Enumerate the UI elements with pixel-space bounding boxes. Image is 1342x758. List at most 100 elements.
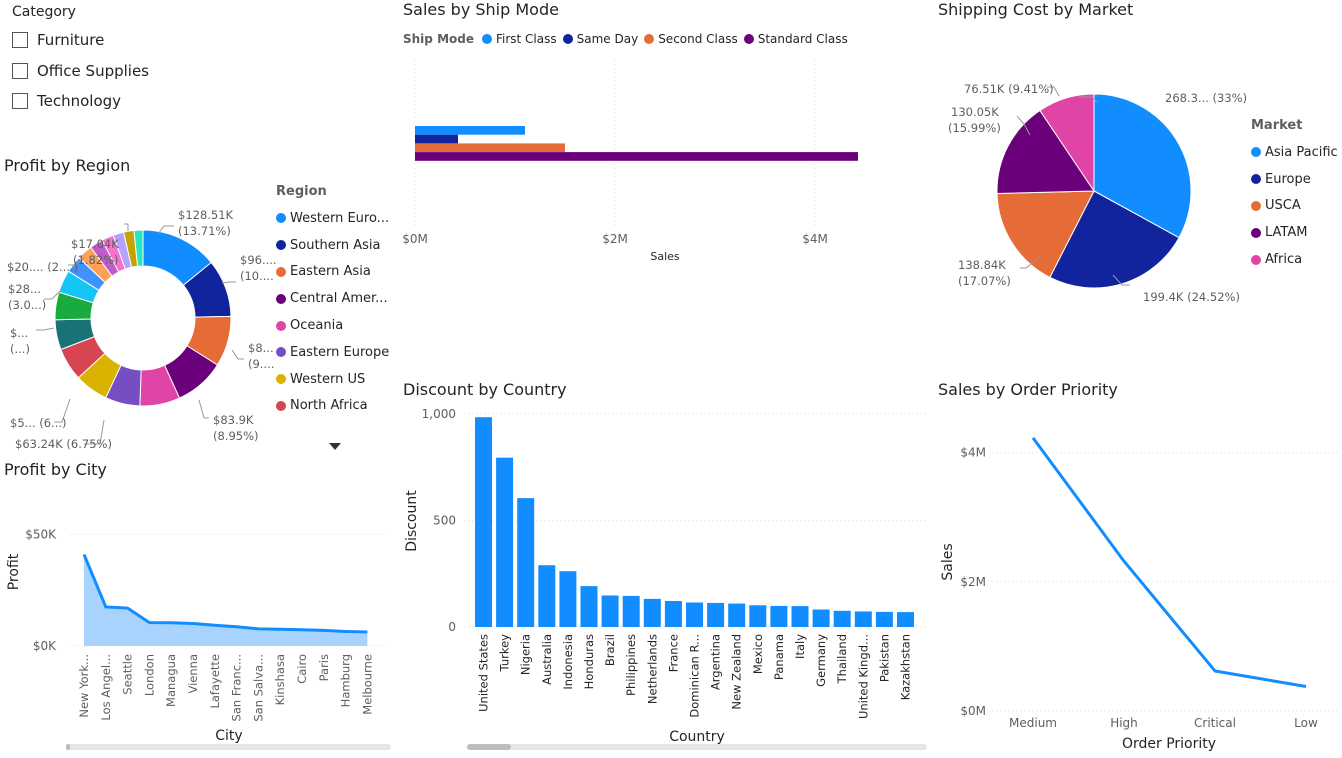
slicer-item-label: Furniture [37, 31, 105, 49]
legend-label: Asia Pacific [1265, 144, 1338, 160]
bar[interactable] [415, 152, 858, 161]
checkbox[interactable] [12, 63, 28, 79]
x-tick-label: France [666, 634, 680, 672]
leader-line [221, 281, 236, 284]
x-tick-label: Lafayette [208, 654, 222, 709]
x-tick-label: $2M [602, 232, 628, 246]
legend-label: North Africa [290, 398, 368, 414]
legend-label: Oceania [290, 318, 344, 334]
area-fill [84, 554, 368, 646]
bar[interactable] [749, 605, 767, 627]
ship-mode-bar-chart: $0M $2M $4M Sales [402, 60, 858, 263]
market-label: 130.05K (15.99%) [948, 105, 1001, 135]
x-tick-label: Thailand [835, 634, 849, 684]
checkbox[interactable] [12, 32, 28, 48]
region-label: $8... (9.... [248, 341, 274, 371]
horizontal-scrollbar[interactable] [467, 744, 927, 750]
x-tick-label: Turkey [498, 634, 512, 673]
order-priority-line-chart: $4M $2M $0M Medium High Critical Low Order Prio… [940, 436, 1340, 752]
bar[interactable] [415, 126, 525, 135]
x-tick-label: Mexico [751, 634, 765, 674]
legend-dot [276, 266, 286, 277]
bar[interactable] [707, 602, 725, 627]
legend-more-arrow[interactable] [329, 443, 341, 451]
region-label: $128.51K (13.71%) [178, 208, 234, 238]
bar[interactable] [622, 595, 640, 627]
x-tick-label: Netherlands [645, 634, 659, 704]
legend-item[interactable]: Asia Pacific [1251, 139, 1338, 166]
legend-item[interactable]: Eastern Europe [276, 339, 389, 366]
sales-by-order-priority-chart: Sales by Order Priority $4M $2M $0M Medium H… [936, 380, 1342, 756]
legend-item[interactable]: North Africa [276, 393, 389, 420]
legend-title: Market [1251, 118, 1303, 133]
legend-item[interactable]: Eastern Asia [276, 259, 389, 286]
y-tick-label: 1,000 [422, 407, 456, 421]
legend-item[interactable]: LATAM [1251, 219, 1338, 246]
legend-item[interactable]: Western US [276, 366, 389, 393]
bar[interactable] [475, 417, 492, 627]
y-axis-title: Profit [6, 553, 22, 590]
leader-line [231, 349, 244, 360]
leader-line [36, 327, 55, 331]
scrollbar-thumb[interactable] [467, 744, 511, 750]
bar[interactable] [496, 457, 514, 627]
x-axis-title: Order Priority [1122, 736, 1216, 752]
x-tick-label: United States [477, 634, 491, 712]
slicer-item-technology[interactable]: Technology [12, 90, 121, 112]
bar[interactable] [643, 598, 661, 627]
x-tick-label: San Salva... [251, 654, 265, 722]
bar[interactable] [791, 606, 809, 627]
slicer-item-furniture[interactable]: Furniture [12, 29, 104, 51]
bar[interactable] [833, 610, 851, 627]
y-tick-label: 0 [448, 620, 456, 634]
y-tick-label: $0M [960, 704, 986, 718]
bar[interactable] [728, 603, 746, 627]
horizontal-scrollbar[interactable] [66, 744, 391, 750]
bar[interactable] [415, 134, 458, 144]
legend-label: Central Amer... [290, 291, 388, 307]
bar[interactable] [686, 602, 703, 627]
x-tick-label: Seattle [121, 654, 135, 695]
x-tick-label: Los Angel... [99, 654, 113, 721]
bar[interactable] [875, 611, 893, 627]
y-axis-title: Sales [940, 543, 956, 580]
line-series[interactable] [1031, 436, 1307, 688]
bar[interactable] [415, 143, 565, 153]
market-pie: 268.3... (33%) 199.4K (24.52%) 138.84K (1… [948, 82, 1247, 304]
legend-label: Africa [1265, 252, 1303, 268]
bar[interactable] [812, 609, 830, 627]
chart-title: Profit by Region [4, 156, 131, 175]
bar[interactable] [897, 612, 914, 627]
legend-item[interactable]: Europe [1251, 166, 1338, 193]
bar[interactable] [580, 586, 598, 627]
checkbox[interactable] [12, 93, 28, 109]
slicer-item-office-supplies[interactable]: Office Supplies [12, 60, 149, 82]
bar[interactable] [538, 565, 556, 627]
region-label: $96.... (10.... [240, 253, 277, 283]
legend-item[interactable]: Central Amer... [276, 285, 389, 312]
legend-item[interactable]: USCA [1251, 193, 1338, 220]
legend-dot [276, 293, 286, 304]
bar[interactable] [517, 498, 535, 627]
leader-line [124, 223, 129, 231]
x-tick-label: Managua [164, 654, 178, 707]
x-tick-label: Paris [317, 654, 331, 681]
bar[interactable] [601, 595, 619, 627]
x-axis-title: City [215, 728, 242, 744]
legend-item[interactable]: Africa [1251, 246, 1338, 273]
scrollbar-thumb[interactable] [66, 744, 70, 750]
legend-dot [276, 213, 286, 224]
legend-item[interactable]: Western Euro... [276, 205, 389, 232]
bar[interactable] [770, 605, 788, 627]
x-tick-label: Low [1294, 716, 1318, 730]
region-label: $83.9K (8.95%) [213, 413, 259, 443]
x-tick-label: New Zealand [730, 634, 744, 710]
bar[interactable] [664, 601, 682, 627]
x-tick-label: United Kingd... [856, 634, 870, 719]
bar[interactable] [854, 611, 872, 627]
bar[interactable] [559, 571, 577, 627]
legend-item[interactable]: Oceania [276, 312, 389, 339]
x-tick-label: Cairo [295, 654, 309, 684]
legend-item[interactable]: Southern Asia [276, 232, 389, 259]
x-tick-label: Honduras [582, 634, 596, 689]
